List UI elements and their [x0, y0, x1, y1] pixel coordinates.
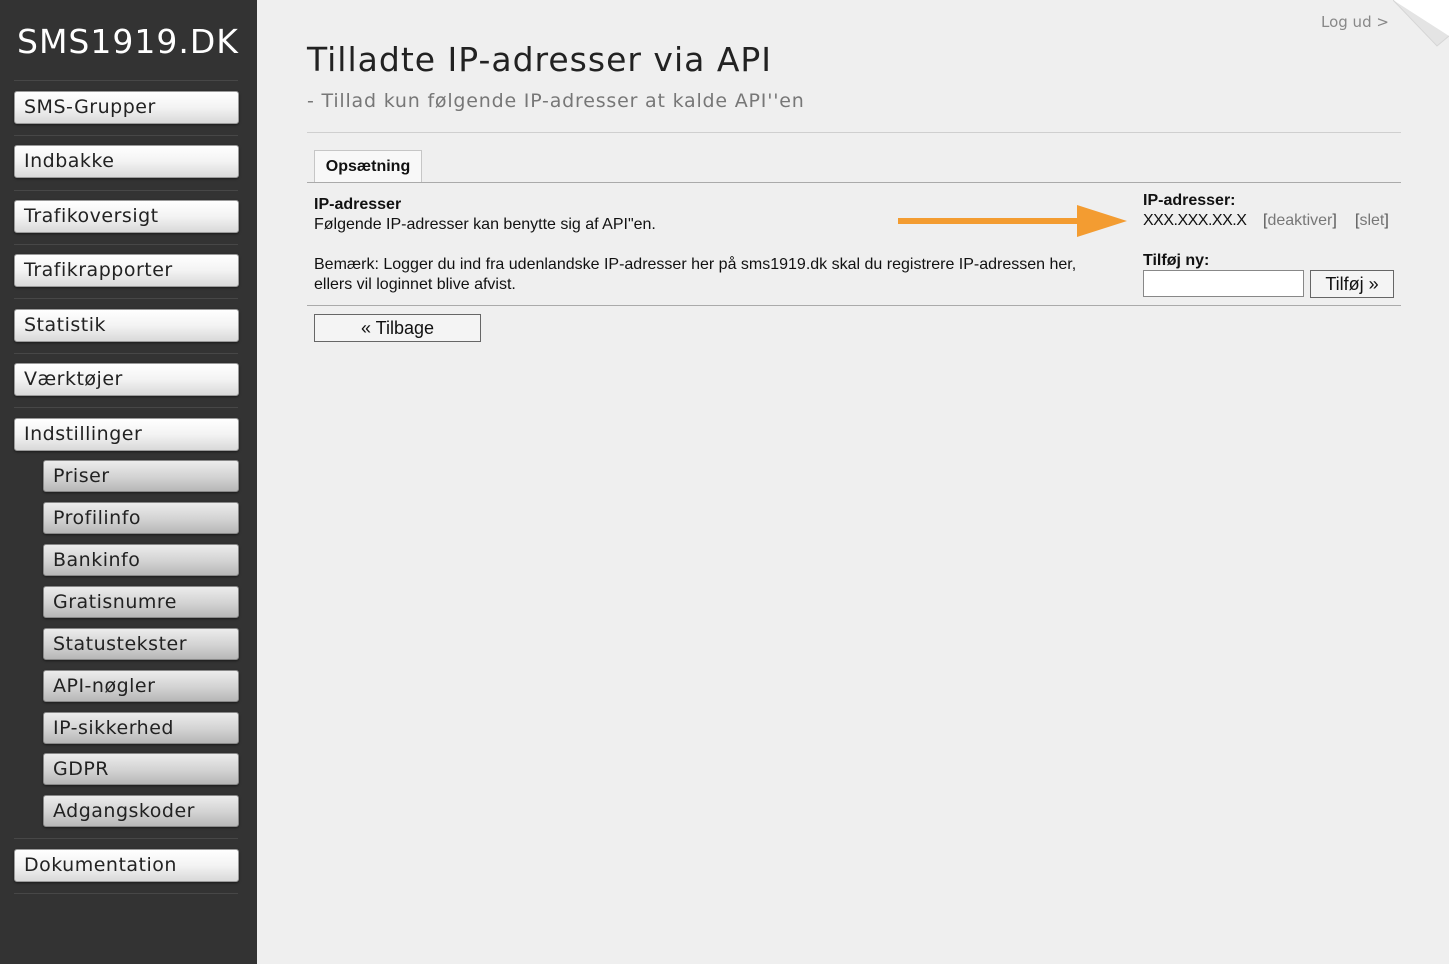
divider: [307, 182, 1401, 183]
nav-statistik[interactable]: Statistik: [14, 309, 239, 342]
ip-list-label: IP-adresser:: [1143, 192, 1236, 209]
arrow-icon: [898, 205, 1127, 237]
back-button[interactable]: « Tilbage: [314, 314, 481, 342]
subnav-ip-sikkerhed[interactable]: IP-sikkerhed: [43, 712, 239, 744]
deactivate-link-wrapper: [deaktiver]: [1263, 212, 1337, 230]
divider: [14, 298, 238, 299]
note-line-1: Bemærk: Logger du ind fra udenlandske IP…: [314, 256, 1077, 273]
bracket: ]: [1332, 212, 1337, 229]
delete-link-wrapper: [slet]: [1355, 212, 1389, 230]
divider: [14, 190, 238, 191]
bracket: ]: [1384, 212, 1389, 229]
new-ip-input[interactable]: [1143, 270, 1304, 297]
nav-sms-grupper[interactable]: SMS-Grupper: [14, 91, 239, 124]
nav-indbakke[interactable]: Indbakke: [14, 145, 239, 178]
divider: [14, 893, 238, 894]
divider: [14, 244, 238, 245]
ip-address: XXX.XXX.XX.X: [1143, 212, 1247, 229]
subnav-adgangskoder[interactable]: Adgangskoder: [43, 795, 239, 827]
logout-link[interactable]: Log ud >: [1321, 13, 1389, 31]
divider: [14, 838, 238, 839]
note-line-2: ellers vil loginnet blive afvist.: [314, 276, 516, 293]
subnav-gdpr[interactable]: GDPR: [43, 753, 239, 785]
page-subtitle: - Tillad kun følgende IP-adresser at kal…: [307, 90, 805, 112]
divider: [14, 135, 238, 136]
sidebar: SMS1919.DK SMS-Grupper Indbakke Trafikov…: [0, 0, 257, 964]
subnav-profilinfo[interactable]: Profilinfo: [43, 502, 239, 534]
add-new-label: Tilføj ny:: [1143, 252, 1210, 269]
divider: [307, 132, 1401, 133]
subnav-gratisnumre[interactable]: Gratisnumre: [43, 586, 239, 618]
deactivate-link[interactable]: deaktiver: [1267, 212, 1332, 229]
subnav-statustekster[interactable]: Statustekster: [43, 628, 239, 660]
divider: [307, 305, 1401, 306]
delete-link[interactable]: slet: [1359, 212, 1384, 229]
nav-vaerktojer[interactable]: Værktøjer: [14, 363, 239, 396]
subnav-bankinfo[interactable]: Bankinfo: [43, 544, 239, 576]
section-title: IP-adresser: [314, 196, 402, 213]
section-description: Følgende IP-adresser kan benytte sig af …: [314, 216, 656, 233]
subnav-api-nogler[interactable]: API-nøgler: [43, 670, 239, 702]
page-title: Tilladte IP-adresser via API: [307, 40, 773, 79]
add-button[interactable]: Tilføj »: [1310, 270, 1394, 298]
nav-trafikoversigt[interactable]: Trafikoversigt: [14, 200, 239, 233]
divider: [14, 80, 238, 81]
subnav-priser[interactable]: Priser: [43, 460, 239, 492]
logo: SMS1919.DK: [17, 22, 239, 61]
divider: [14, 407, 238, 408]
nav-dokumentation[interactable]: Dokumentation: [14, 849, 239, 882]
divider: [14, 353, 238, 354]
page-curl-icon: [1393, 0, 1449, 47]
nav-indstillinger[interactable]: Indstillinger: [14, 418, 239, 451]
nav-trafikrapporter[interactable]: Trafikrapporter: [14, 254, 239, 287]
tab-opsaetning[interactable]: Opsætning: [314, 150, 422, 183]
